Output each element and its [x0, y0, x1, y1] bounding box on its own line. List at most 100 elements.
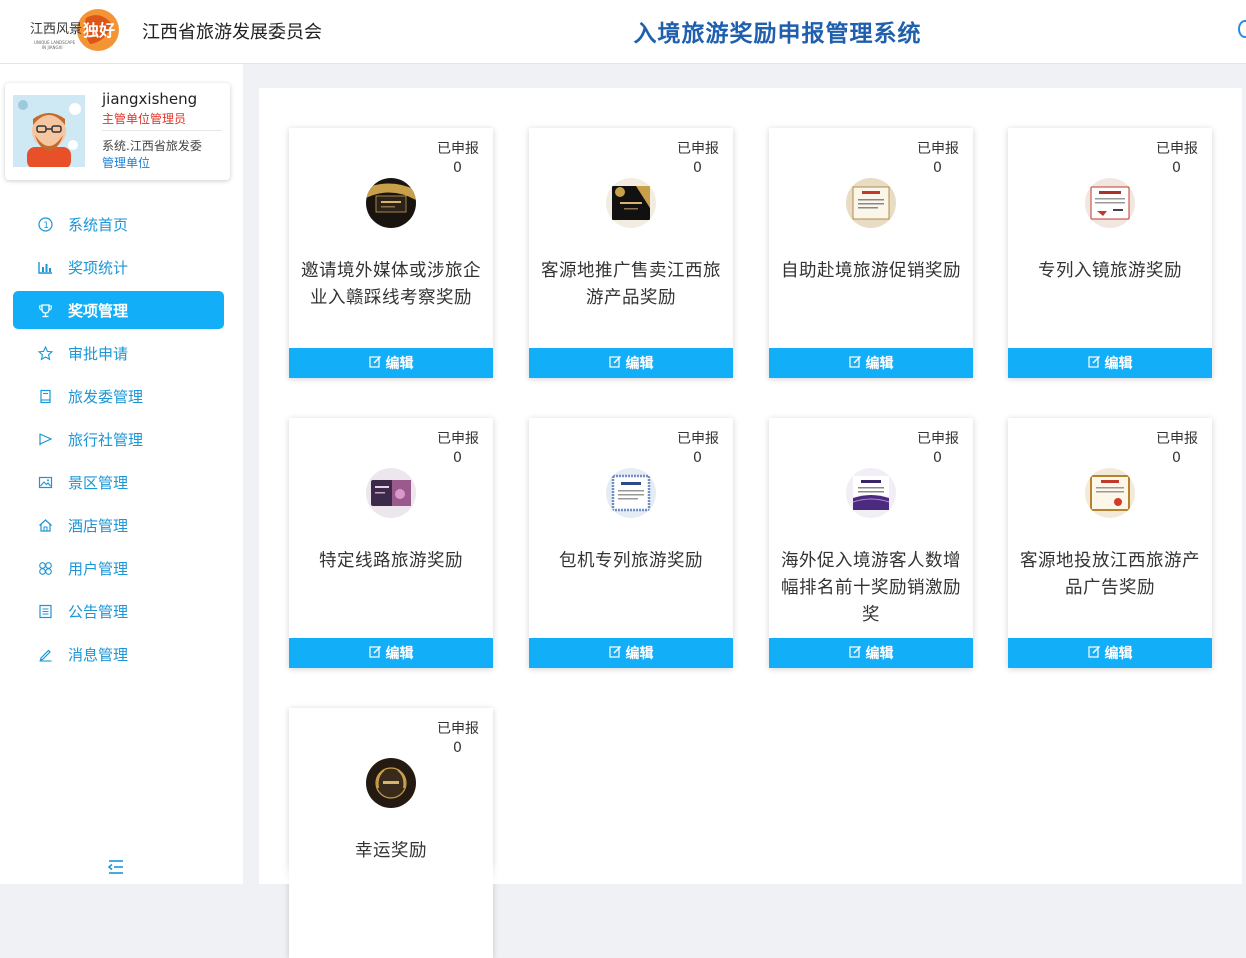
nav-item-announcement[interactable]: 公告管理 [13, 592, 224, 630]
svg-text:江西风景: 江西风景 [30, 22, 82, 37]
award-thumbnail[interactable] [1085, 468, 1135, 518]
award-thumbnail[interactable] [846, 468, 896, 518]
edit-label: 编辑 [385, 646, 414, 662]
top-header: 江西风景 独好 UNIQUE LANDSCAPE IN JIANGXI 江西省旅… [0, 0, 1246, 64]
nav-label: 用户管理 [68, 559, 129, 578]
nav-item-scenic-area[interactable]: 景区管理 [13, 463, 224, 501]
award-card: 已申报 0 包机专列旅游奖励 编辑 [529, 418, 733, 668]
main-content: 已申报 0 邀请境外媒体或涉旅企业入赣踩线考察奖励 编辑 已申报 0 客源地推广… [259, 88, 1242, 958]
award-card: 已申报 0 幸运奖励 [289, 708, 493, 958]
status-count: 0 [1172, 160, 1181, 176]
site-logo[interactable]: 江西风景 独好 UNIQUE LANDSCAPE IN JIANGXI [28, 6, 120, 56]
collapse-sidebar-icon[interactable] [106, 857, 126, 877]
card-title: 海外促入境游客人数增幅排名前十奖励销激励奖 [781, 551, 961, 625]
card-title: 特定线路旅游奖励 [319, 551, 463, 571]
nav-label: 景区管理 [68, 473, 129, 492]
status-label: 已申报 [1156, 141, 1198, 157]
nav-label: 奖项统计 [68, 258, 129, 277]
nav-label: 酒店管理 [68, 516, 129, 535]
edit-button[interactable]: 编辑 [289, 348, 493, 378]
sidebar: jiangxisheng 主管单位管理员 系统.江西省旅发委 管理单位 1 系统… [0, 64, 243, 884]
edit-icon [368, 355, 382, 372]
info-icon[interactable] [1238, 20, 1246, 38]
status-label: 已申报 [917, 141, 959, 157]
award-thumbnail[interactable] [366, 178, 416, 228]
svg-text:IN JIANGXI: IN JIANGXI [42, 45, 63, 50]
nav-item-tourism-committee[interactable]: 旅发委管理 [13, 377, 224, 415]
star-icon [37, 345, 53, 361]
card-title: 客源地推广售卖江西旅游产品奖励 [541, 261, 721, 308]
trophy-icon [37, 302, 53, 318]
card-title: 邀请境外媒体或涉旅企业入赣踩线考察奖励 [301, 261, 481, 308]
status-count: 0 [1172, 450, 1181, 466]
profile-divider [102, 130, 222, 131]
card-title: 专列入镜旅游奖励 [1038, 261, 1182, 281]
award-card: 已申报 0 特定线路旅游奖励 编辑 [289, 418, 493, 668]
nav-label: 审批申请 [68, 344, 129, 363]
nav-item-message[interactable]: 消息管理 [13, 635, 224, 673]
nav-item-award-management[interactable]: 奖项管理 [13, 291, 224, 329]
nav-item-approval[interactable]: 审批申请 [13, 334, 224, 372]
edit-button[interactable]: 编辑 [289, 638, 493, 668]
pen-icon [37, 646, 53, 662]
status-label: 已申报 [677, 431, 719, 447]
nav-item-hotel[interactable]: 酒店管理 [13, 506, 224, 544]
edit-icon [1087, 645, 1101, 662]
scroll-fade [259, 860, 1242, 884]
svg-text:1: 1 [43, 221, 49, 231]
edit-button[interactable]: 编辑 [769, 638, 973, 668]
award-thumbnail[interactable] [366, 468, 416, 518]
status-count: 0 [693, 450, 702, 466]
nav-item-home[interactable]: 1 系统首页 [13, 205, 224, 243]
users-icon [37, 560, 53, 576]
edit-button[interactable]: 编辑 [1008, 348, 1212, 378]
edit-button[interactable]: 编辑 [529, 638, 733, 668]
edit-button[interactable]: 编辑 [1008, 638, 1212, 668]
info-circle-icon: 1 [37, 216, 53, 232]
award-thumbnail[interactable] [606, 178, 656, 228]
edit-button[interactable]: 编辑 [769, 348, 973, 378]
status-count: 0 [933, 160, 942, 176]
status-label: 已申报 [437, 721, 479, 737]
nav-label: 公告管理 [68, 602, 129, 621]
bar-chart-icon [37, 259, 53, 275]
award-thumbnail[interactable] [1085, 178, 1135, 228]
home-icon [37, 517, 53, 533]
nav-label: 系统首页 [68, 215, 129, 234]
nav-label: 奖项管理 [68, 301, 129, 320]
card-title: 客源地投放江西旅游产品广告奖励 [1020, 551, 1200, 598]
username: jiangxisheng [102, 90, 198, 108]
user-system: 系统.江西省旅发委 [102, 139, 202, 153]
edit-icon [848, 355, 862, 372]
status-label: 已申报 [677, 141, 719, 157]
avatar [13, 95, 85, 167]
award-card: 已申报 0 专列入镜旅游奖励 编辑 [1008, 128, 1212, 378]
edit-label: 编辑 [1104, 356, 1133, 372]
award-thumbnail[interactable] [606, 468, 656, 518]
book-icon [37, 388, 53, 404]
nav-item-award-stats[interactable]: 奖项统计 [13, 248, 224, 286]
user-unit: 管理单位 [102, 156, 151, 170]
edit-label: 编辑 [625, 646, 654, 662]
edit-icon [848, 645, 862, 662]
status-count: 0 [453, 450, 462, 466]
status-label: 已申报 [437, 141, 479, 157]
award-thumbnail[interactable] [846, 178, 896, 228]
edit-icon [608, 355, 622, 372]
system-title: 入境旅游奖励申报管理系统 [633, 21, 922, 47]
edit-label: 编辑 [625, 356, 654, 372]
svg-text:独好: 独好 [83, 21, 115, 40]
status-count: 0 [693, 160, 702, 176]
nav-item-travel-agency[interactable]: 旅行社管理 [13, 420, 224, 458]
edit-icon [368, 645, 382, 662]
edit-button[interactable]: 编辑 [529, 348, 733, 378]
status-count: 0 [453, 740, 462, 756]
edit-icon [1087, 355, 1101, 372]
sidebar-nav: 1 系统首页 奖项统计 奖项管理 审批申请 旅发委管理 旅行社管理 景区管理 酒… [13, 205, 224, 678]
card-title: 自助赴境旅游促销奖励 [781, 261, 961, 281]
nav-label: 消息管理 [68, 645, 129, 664]
nav-item-user[interactable]: 用户管理 [13, 549, 224, 587]
nav-label: 旅行社管理 [68, 430, 144, 449]
award-card: 已申报 0 自助赴境旅游促销奖励 编辑 [769, 128, 973, 378]
award-thumbnail[interactable] [366, 758, 416, 808]
